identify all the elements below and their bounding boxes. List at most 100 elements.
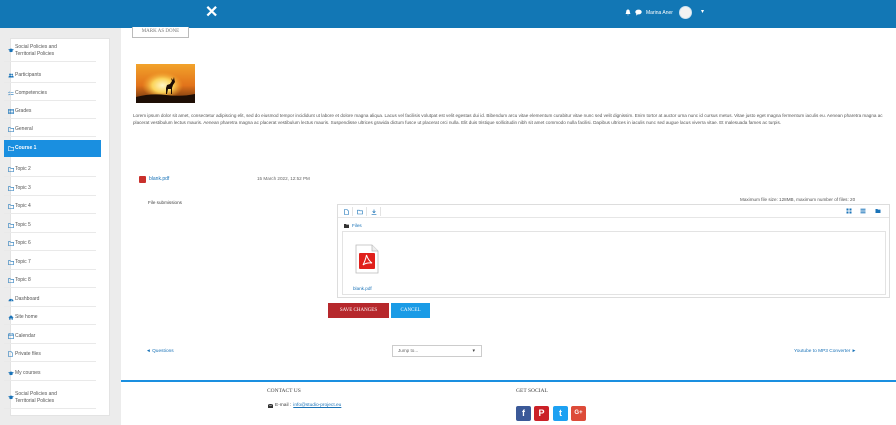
pdf-document-icon[interactable]: [353, 244, 381, 274]
sidebar-item-topic-4[interactable]: Topic 4: [4, 199, 96, 214]
folder-icon: [344, 223, 349, 228]
file-submissions-label: File submissions: [148, 200, 182, 205]
sidebar-item-label: Topic 3: [15, 184, 31, 191]
sidebar-item-label: Topic 4: [15, 202, 31, 209]
sidebar-item-label: My courses: [15, 369, 41, 376]
sidebar-item-topic-7[interactable]: Topic 7: [4, 255, 96, 270]
twitter-icon[interactable]: t: [553, 406, 568, 421]
file-path-breadcrumb: Files: [344, 223, 362, 228]
folder-icon: [4, 166, 14, 172]
folder-icon: [4, 240, 14, 246]
sidebar-item-my-courses[interactable]: My courses: [4, 366, 96, 381]
sidebar-item-topic-5[interactable]: Topic 5: [4, 218, 96, 233]
chevron-down-icon[interactable]: ▾: [701, 8, 704, 15]
calendar-icon: [4, 333, 14, 339]
close-drawer-icon[interactable]: ✕: [205, 5, 218, 21]
users-icon: [4, 73, 14, 78]
sidebar-item-site-home[interactable]: Site home: [4, 310, 96, 325]
google-plus-icon[interactable]: G+: [571, 406, 586, 421]
folder-icon: [4, 259, 14, 265]
sidebar-item-topic-2[interactable]: Topic 2: [4, 162, 96, 177]
home-icon: [4, 314, 14, 320]
dashboard-icon: [4, 297, 14, 302]
mark-as-done-button[interactable]: MARK AS DONE: [132, 27, 189, 38]
sidebar-item-label: Competencies: [15, 89, 47, 96]
facebook-icon[interactable]: f: [516, 406, 531, 421]
max-file-size-note: Maximum file size: 128MB, maximum number…: [740, 197, 856, 202]
sidebar-item-competencies[interactable]: Competencies: [4, 86, 96, 101]
folder-icon: [4, 126, 14, 132]
sidebar-item-general[interactable]: General: [4, 122, 96, 137]
uploaded-file-name[interactable]: blank.pdf: [353, 286, 372, 291]
sidebar-item-topic-8[interactable]: Topic 8: [4, 273, 96, 288]
sidebar-item-private-files[interactable]: Private files: [4, 347, 96, 362]
add-file-button[interactable]: [340, 207, 353, 216]
sidebar-item-label: General: [15, 125, 33, 132]
jump-to-placeholder: Jump to...: [398, 348, 419, 353]
graduation-cap-icon: [4, 48, 14, 53]
submitted-file-date: 15 March 2022, 12:52 PM: [257, 176, 310, 181]
file-icon: [4, 351, 14, 357]
sidebar-item-social-policies-and[interactable]: Social Policies and Territorial Policies: [4, 387, 96, 409]
sidebar-item-label: Participants: [15, 71, 42, 78]
sidebar-item-social-policies-and[interactable]: Social Policies and Territorial Policies: [4, 40, 96, 62]
save-changes-button[interactable]: SAVE CHANGES: [328, 303, 389, 318]
previous-activity-link[interactable]: ◄ Questions: [146, 349, 174, 354]
sidebar-item-topic-3[interactable]: Topic 3: [4, 181, 96, 196]
submitted-file-link[interactable]: blank.pdf: [149, 176, 169, 182]
sidebar-item-label: Topic 8: [15, 276, 31, 283]
sidebar-item-course-1[interactable]: Course 1: [4, 140, 101, 157]
deer-sunset-image: [136, 64, 195, 103]
pinterest-icon[interactable]: P: [534, 406, 549, 421]
user-name[interactable]: Marina Aner: [646, 10, 673, 16]
contact-email: E-mail : info@studio-project.eu: [268, 403, 341, 408]
sidebar-item-topic-6[interactable]: Topic 6: [4, 236, 96, 251]
avatar[interactable]: [679, 6, 692, 19]
sidebar-item-dashboard[interactable]: Dashboard: [4, 292, 96, 307]
email-link[interactable]: info@studio-project.eu: [293, 403, 341, 408]
download-icon: [371, 209, 377, 215]
sidebar-item-calendar[interactable]: Calendar: [4, 329, 96, 344]
sidebar-item-label: Course 1: [15, 145, 37, 151]
sidebar-item-label: Topic 5: [15, 221, 31, 228]
create-folder-button[interactable]: [354, 207, 367, 216]
folder-icon: [4, 185, 14, 191]
pdf-file-icon: [139, 176, 146, 183]
list-view-icon[interactable]: [860, 208, 866, 214]
folder-icon: [4, 277, 14, 283]
sidebar-item-label: Grades: [15, 107, 32, 114]
sidebar-item-label-line2: Territorial Policies: [15, 397, 55, 404]
sidebar-item-label: Social Policies and Territorial Policies: [14, 391, 57, 405]
folder-icon: [4, 222, 14, 228]
tree-view-icon[interactable]: [875, 208, 881, 214]
envelope-icon: [268, 403, 273, 408]
chat-icon[interactable]: [635, 9, 642, 16]
download-button[interactable]: [368, 207, 381, 216]
file-drop-area[interactable]: blank.pdf: [342, 231, 886, 295]
sidebar-item-label-line1: Social Policies and: [15, 43, 57, 50]
jump-to-select[interactable]: Jump to... ▾: [392, 345, 482, 357]
check-list-icon: [4, 91, 14, 96]
bell-icon[interactable]: [625, 9, 631, 16]
sidebar-item-label: Topic 6: [15, 239, 31, 246]
sidebar-item-grades[interactable]: Grades: [4, 104, 96, 119]
folder-icon: [4, 203, 14, 209]
sidebar-item-label-line1: Social Policies and: [15, 390, 57, 397]
sidebar-item-label: Calendar: [15, 332, 36, 339]
cancel-button[interactable]: CANCEL: [391, 303, 430, 318]
table-icon: [4, 108, 14, 114]
sidebar-item-label: Private files: [15, 350, 41, 357]
sidebar-item-label: Site home: [15, 313, 38, 320]
get-social-heading: GET SOCIAL: [516, 388, 548, 394]
next-activity-link[interactable]: Youtube to MP3 Converter ►: [794, 349, 856, 354]
sidebar-item-participants[interactable]: Participants: [4, 68, 96, 83]
footer: [121, 380, 896, 425]
sidebar-item-label-line2: Territorial Policies: [15, 50, 55, 57]
contact-us-heading: CONTACT US: [267, 388, 301, 394]
files-root-link[interactable]: Files: [352, 223, 362, 228]
graduation-cap-icon: [4, 395, 14, 400]
file-manager: Files blank.pdf: [337, 204, 890, 298]
grid-view-icon[interactable]: [846, 208, 852, 214]
file-manager-toolbar: [338, 205, 889, 218]
sidebar-item-label: Topic 2: [15, 165, 31, 172]
